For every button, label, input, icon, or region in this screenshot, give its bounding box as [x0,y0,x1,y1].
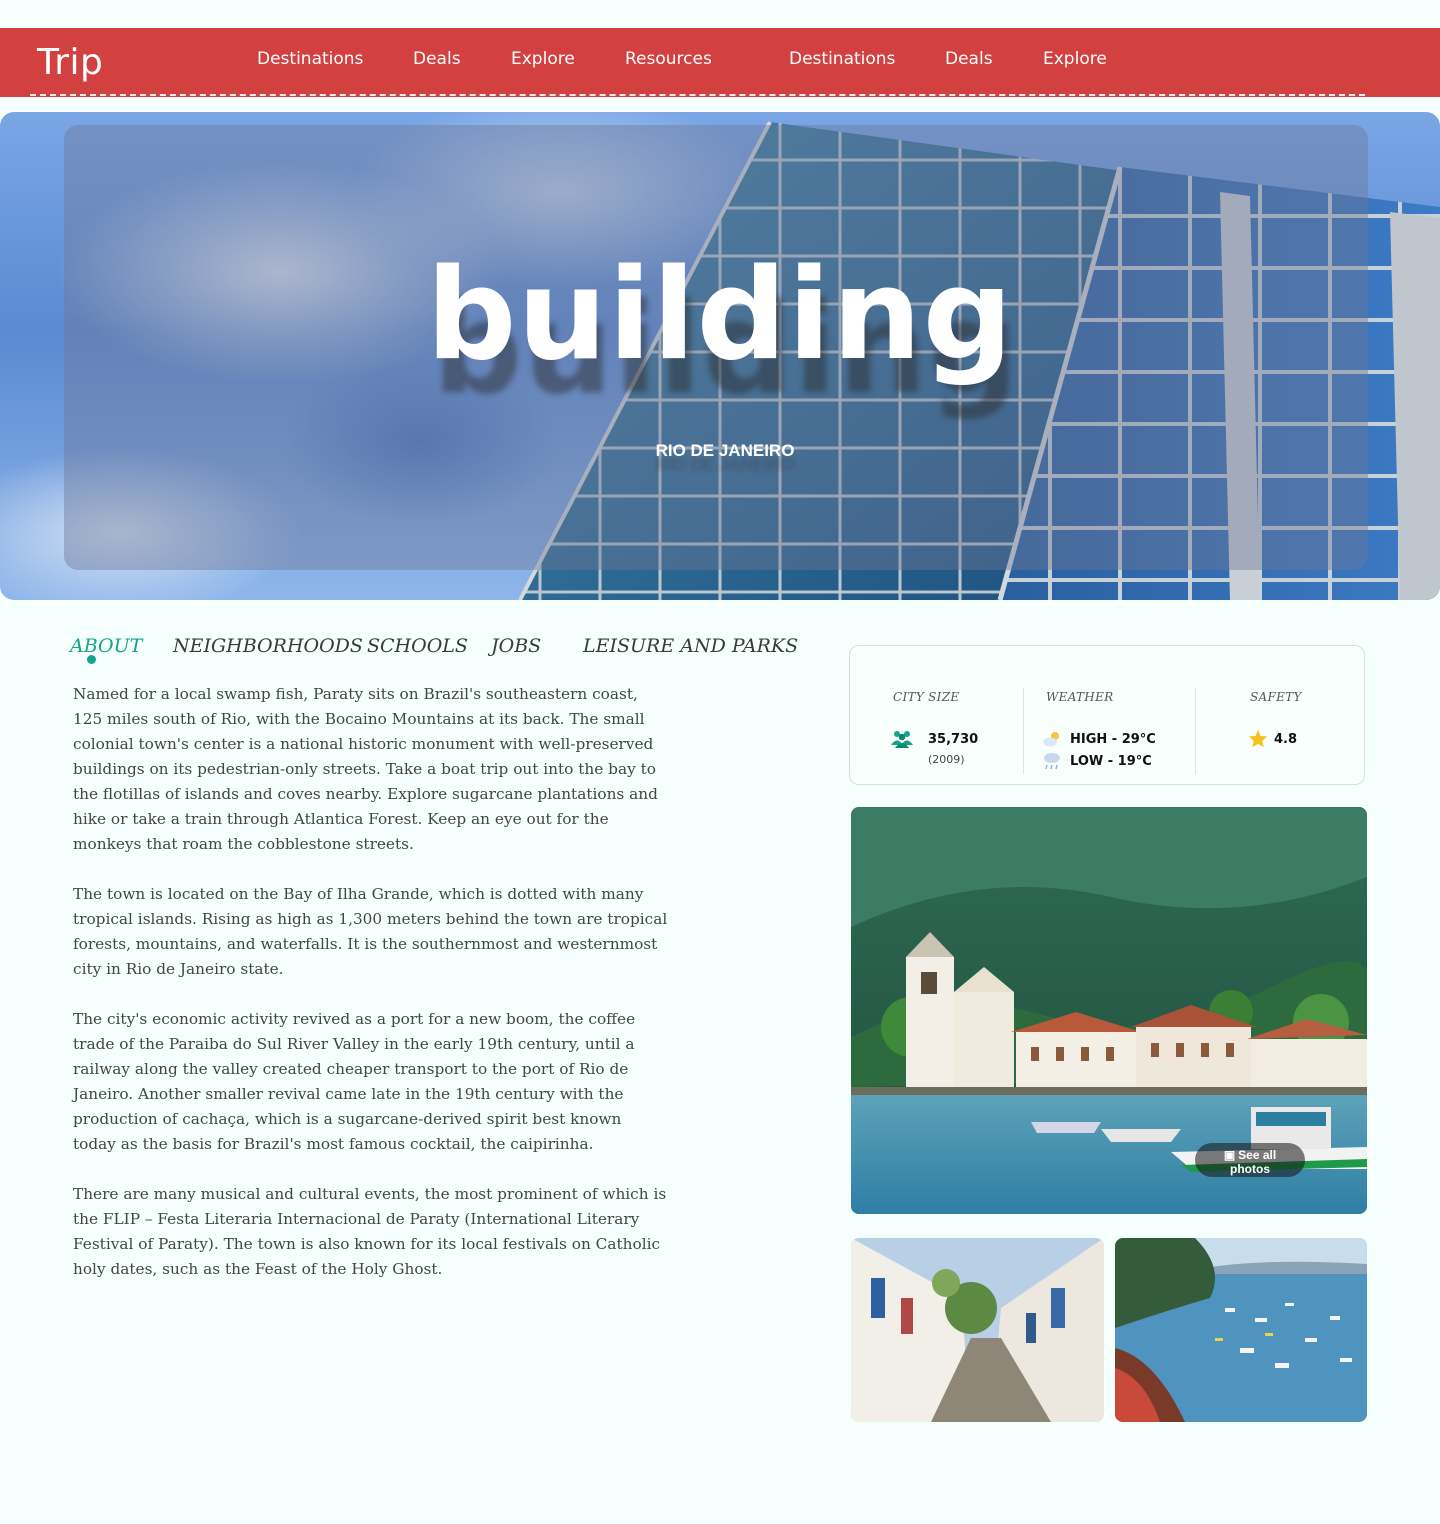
article-paragraph: The town is located on the Bay of Ilha G… [73,885,668,978]
weather-low: LOW - 19°C [1070,754,1152,769]
article-paragraph: There are many musical and cultural even… [73,1185,667,1278]
thumb-photo-bay-boats[interactable] [1115,1238,1367,1422]
see-all-photos-button[interactable]: ▣ See all photos [1195,1143,1305,1177]
sun-cloud-icon [1043,732,1059,747]
see-all-line1: See all [1238,1148,1277,1162]
see-all-line2: photos [1230,1162,1270,1176]
city-size-year: (2009) [928,753,965,766]
hero-banner: building RIO DE JANEIRO [0,112,1440,600]
rain-cloud-icon [1044,753,1060,770]
about-article: Named for a local swamp fish, Paraty sit… [73,682,668,1307]
weather-high: HIGH - 29°C [1070,732,1156,747]
hero-subtitle: RIO DE JANEIRO [655,441,795,460]
nav-link-explore[interactable]: Explore [511,49,575,69]
hero-title: building [426,241,1014,388]
nav-link-destinations[interactable]: Destinations [257,49,363,69]
city-size-value: 35,730 [928,732,979,747]
tab-leisure-and-parks[interactable]: LEISURE AND PARKS [583,635,798,657]
nav-link-deals-2[interactable]: Deals [945,49,993,69]
thumb-photo-cobblestone-street[interactable] [851,1238,1104,1422]
top-nav: Trip Destinations Deals Explore Resource… [0,28,1440,97]
people-icon [891,731,913,748]
star-icon [1248,729,1268,748]
safety-value: 4.8 [1274,732,1298,747]
weather-label: WEATHER [1046,690,1114,704]
article-paragraph: The city's economic activity revived as … [73,1010,636,1153]
tab-schools[interactable]: SCHOOLS [367,635,468,657]
gallery-icon: ▣ [1223,1148,1236,1162]
nav-link-explore-2[interactable]: Explore [1043,49,1107,69]
article-paragraph: Named for a local swamp fish, Paraty sit… [73,685,658,853]
nav-link-resources[interactable]: Resources [625,49,712,69]
nav-link-destinations-2[interactable]: Destinations [789,49,895,69]
city-stats-card: CITY SIZE 35,730 (2009) WEATHER HIGH - 2… [849,645,1365,785]
logo[interactable]: Trip [37,42,103,83]
tab-jobs[interactable]: JOBS [491,635,541,657]
nav-link-deals[interactable]: Deals [413,49,461,69]
active-tab-indicator [87,655,96,664]
stats-divider [1023,688,1024,774]
stats-divider [1195,688,1196,774]
city-size-label: CITY SIZE [893,690,960,704]
tab-about[interactable]: ABOUT [70,635,142,657]
tab-neighborhoods[interactable]: NEIGHBORHOODS [173,635,363,657]
safety-label: SAFETY [1250,690,1302,704]
